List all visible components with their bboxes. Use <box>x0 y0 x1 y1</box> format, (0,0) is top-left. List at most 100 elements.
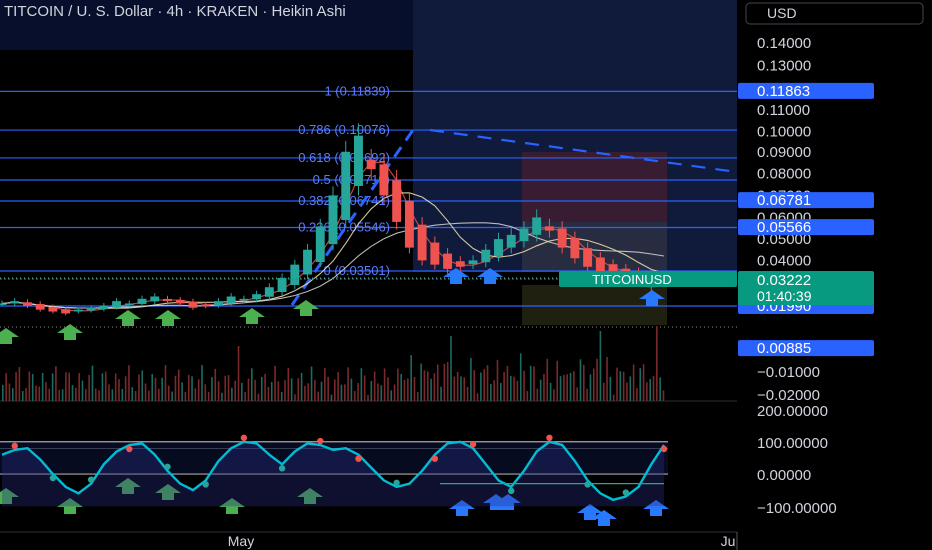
osc-tick-label: 100.00000 <box>757 435 828 452</box>
candle-body[interactable] <box>163 298 172 302</box>
candle-body[interactable] <box>264 287 274 297</box>
candle-body[interactable] <box>23 302 32 306</box>
currency-selector-label: USD <box>767 5 797 21</box>
candle-body[interactable] <box>252 294 262 300</box>
candle-body[interactable] <box>303 249 312 275</box>
candle-body[interactable] <box>0 303 7 305</box>
volume-bar <box>270 382 273 401</box>
volume-bar <box>430 378 432 401</box>
volume-bar <box>104 371 107 401</box>
candle-body[interactable] <box>86 307 96 311</box>
volume-bar <box>5 373 7 401</box>
candle-body[interactable] <box>366 159 376 170</box>
candle-body[interactable] <box>315 226 325 262</box>
candle-body[interactable] <box>544 226 554 231</box>
volume-bar <box>65 372 67 401</box>
osc-signal-dot <box>660 445 668 453</box>
volume-bar <box>277 381 280 401</box>
volume-bar <box>476 393 479 401</box>
volume-bar <box>563 374 565 401</box>
candle-body[interactable] <box>354 135 363 186</box>
candle-body[interactable] <box>112 301 122 308</box>
candle-body[interactable] <box>595 257 605 271</box>
candle-body[interactable] <box>506 234 516 248</box>
volume-bar <box>350 378 353 401</box>
candle-body[interactable] <box>404 200 414 248</box>
candle-body[interactable] <box>201 304 211 307</box>
volume-bar <box>307 383 310 401</box>
volume-bar <box>75 387 77 401</box>
volume-bar <box>403 379 406 401</box>
candle-body[interactable] <box>519 228 529 242</box>
volume-tick-label: −0.02000 <box>757 387 820 404</box>
candle-body[interactable] <box>10 301 20 304</box>
volume-bar <box>579 359 582 401</box>
candle-body[interactable] <box>455 261 465 267</box>
volume-bar <box>194 388 197 401</box>
candle-body[interactable] <box>328 195 338 245</box>
volume-bar <box>134 390 137 401</box>
candle-body[interactable] <box>379 164 389 196</box>
volume-bar <box>573 371 575 401</box>
risk-box <box>522 152 667 222</box>
volume-bar <box>25 388 27 401</box>
candle-body[interactable] <box>468 260 478 264</box>
volume-bar <box>549 382 552 401</box>
price-level-badge-text: 0.06781 <box>757 192 811 209</box>
candle-body[interactable] <box>417 224 427 261</box>
volume-bar <box>599 331 602 401</box>
volume-bar <box>493 380 495 401</box>
candle-body[interactable] <box>341 151 351 221</box>
candle-body[interactable] <box>150 296 160 302</box>
candle-body[interactable] <box>430 242 440 265</box>
candle-body[interactable] <box>481 249 491 263</box>
volume-bar <box>324 368 326 401</box>
candle-body[interactable] <box>188 301 198 308</box>
volume-bar <box>606 357 608 401</box>
candle-body[interactable] <box>124 303 134 305</box>
volume-bar <box>626 382 628 401</box>
volume-bar <box>470 357 472 401</box>
volume-bar <box>11 388 14 401</box>
volume-bar <box>38 386 41 401</box>
volume-tick-label: −0.01000 <box>757 364 820 381</box>
candle-body[interactable] <box>61 309 71 314</box>
candle-body[interactable] <box>73 309 83 312</box>
candle-body[interactable] <box>35 304 45 310</box>
volume-bar <box>370 380 373 401</box>
candle-body[interactable] <box>226 296 236 304</box>
volume-bar <box>191 376 193 401</box>
volume-bar <box>612 394 615 401</box>
candle-body[interactable] <box>290 264 300 285</box>
candle-body[interactable] <box>583 248 593 267</box>
candle-body[interactable] <box>532 217 542 235</box>
volume-bar <box>466 386 469 401</box>
volume-bar <box>287 368 290 401</box>
candle-body[interactable] <box>570 238 580 259</box>
candle-body[interactable] <box>494 239 503 256</box>
chart-title: TITCOIN / U. S. Dollar · 4h · KRAKEN · H… <box>4 3 346 20</box>
volume-bar <box>566 374 568 401</box>
volume-bar <box>393 384 396 401</box>
candle-body[interactable] <box>443 253 453 269</box>
candle-body[interactable] <box>137 298 147 304</box>
candle-body[interactable] <box>175 300 185 304</box>
candle-body[interactable] <box>99 305 109 310</box>
osc-signal-dot <box>87 476 95 483</box>
volume-bar <box>533 366 535 401</box>
candle-body[interactable] <box>557 228 567 248</box>
volume-bar <box>417 392 419 401</box>
volume-bar <box>71 385 74 401</box>
candle-body[interactable] <box>48 307 58 312</box>
trading-chart[interactable]: 1 (0.11839)0.786 (0.10076)0.618 (0.08692… <box>0 0 932 550</box>
volume-bar <box>241 382 243 401</box>
candle-body[interactable] <box>213 301 223 306</box>
volume-bar <box>111 389 114 401</box>
candle-body[interactable] <box>277 277 287 292</box>
volume-bar <box>28 371 31 401</box>
candle-body[interactable] <box>392 180 402 222</box>
volume-bar <box>101 373 104 401</box>
candle-body[interactable] <box>239 298 249 301</box>
volume-bar <box>8 383 11 401</box>
bar-countdown: 01:40:39 <box>757 288 812 304</box>
